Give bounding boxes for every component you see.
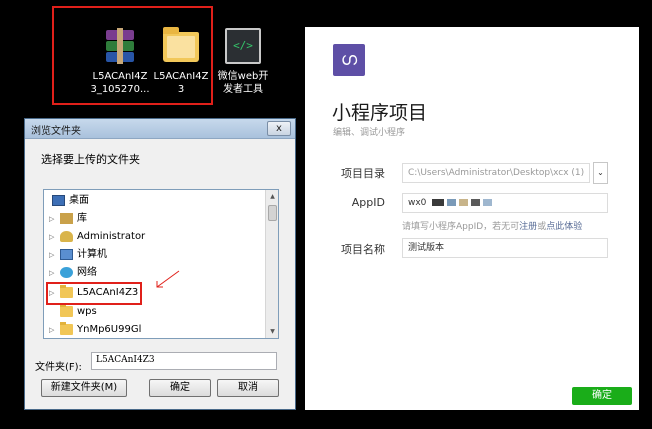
- tree-item-label: 桌面: [69, 195, 89, 206]
- scroll-up-icon[interactable]: ▲: [267, 191, 278, 202]
- folder-icon: [60, 304, 73, 317]
- desktop-icon-rar-archive[interactable]: L5ACAnI4Z 3_105270...: [89, 26, 151, 96]
- screen: L5ACAnI4Z 3_105270... L5ACAnI4Z 3 </> 微信…: [0, 0, 652, 429]
- folder-icon: [161, 26, 201, 66]
- appid-label: AppID: [351, 196, 385, 209]
- appid-field[interactable]: wx0: [402, 193, 608, 213]
- desktop-icon-label: L5ACAnI4Z: [92, 71, 148, 82]
- expand-arrow-icon[interactable]: ▷: [49, 210, 54, 228]
- scroll-thumb[interactable]: [268, 205, 277, 221]
- network-icon: [60, 267, 73, 278]
- chevron-down-icon: ⌄: [597, 168, 604, 177]
- tree-item-label: Administrator: [77, 231, 146, 242]
- ok-button[interactable]: 确定: [149, 379, 211, 397]
- expand-arrow-icon[interactable]: ▷: [49, 228, 54, 246]
- hint-text: 请填写小程序AppID，若无可: [402, 222, 520, 232]
- appid-value: wx0: [408, 198, 427, 208]
- user-folder-icon: [60, 231, 73, 242]
- tree-item-label: 网络: [77, 267, 97, 278]
- folder-field-label: 文件夹(F):: [35, 362, 82, 373]
- desktop-icon-wechat-devtools[interactable]: </> 微信web开 发者工具: [212, 26, 274, 96]
- project-name-label: 项目名称: [341, 243, 385, 256]
- project-name-field[interactable]: 测试版本: [402, 238, 608, 258]
- tree-item-label: 计算机: [77, 249, 107, 260]
- dialog-prompt: 选择要上传的文件夹: [41, 153, 140, 166]
- tree-scrollbar[interactable]: ▲ ▼: [265, 190, 278, 338]
- mini-program-panel: ഗ 小程序项目 编辑、调试小程序 项目目录 C:\Users\Administr…: [305, 27, 639, 410]
- folder-field[interactable]: L5ACAnI4Z3: [91, 352, 277, 370]
- desktop-icon-folder[interactable]: L5ACAnI4Z 3: [150, 26, 212, 96]
- new-folder-button[interactable]: 新建文件夹(M): [41, 379, 127, 397]
- register-link[interactable]: 注册: [519, 222, 537, 232]
- hint-text: 或: [537, 222, 547, 232]
- trial-link[interactable]: 点此体验: [546, 222, 582, 232]
- close-icon: x: [276, 123, 282, 134]
- tree-item-label: 库: [77, 213, 87, 224]
- dialog-title: 浏览文件夹: [31, 126, 81, 137]
- appid-hint: 请填写小程序AppID，若无可注册或点此体验: [402, 219, 582, 232]
- dialog-titlebar[interactable]: 浏览文件夹 x: [25, 119, 295, 139]
- wechat-devtools-icon: </>: [223, 26, 263, 66]
- tree-item-label: YnMp6U99Gl: [77, 324, 142, 335]
- browse-folder-dialog: 浏览文件夹 x 选择要上传的文件夹 桌面 ▷ 库 ▷ Administrator…: [24, 118, 296, 410]
- scroll-down-icon[interactable]: ▼: [267, 326, 278, 337]
- folder-icon: [60, 322, 73, 335]
- desktop-icon-label: 发者工具: [223, 84, 263, 95]
- desktop-icon-label: 微信web开: [217, 71, 269, 82]
- confirm-button[interactable]: 确定: [572, 387, 632, 405]
- close-button[interactable]: x: [267, 121, 291, 136]
- winrar-archive-icon: [100, 26, 140, 66]
- computer-icon: [60, 249, 73, 260]
- project-dir-field[interactable]: C:\Users\Administrator\Desktop\xcx (1): [402, 163, 590, 183]
- page-title: 小程序项目: [332, 102, 428, 124]
- expand-arrow-icon[interactable]: ▷: [49, 321, 54, 338]
- desktop-icon-label: 3_105270...: [90, 84, 150, 95]
- expand-arrow-icon[interactable]: ▷: [49, 246, 54, 264]
- highlight-box-folder: [46, 282, 142, 305]
- folder-tree[interactable]: 桌面 ▷ 库 ▷ Administrator ▷ 计算机 ▷ 网络 ▷ L5AC…: [43, 189, 279, 339]
- desktop-icon-label: L5ACAnI4Z: [153, 71, 209, 82]
- desktop-icon-label: 3: [177, 84, 185, 95]
- dropdown-button[interactable]: ⌄: [593, 162, 608, 184]
- mini-program-logo-icon: ഗ: [333, 44, 365, 76]
- project-dir-label: 项目目录: [341, 167, 385, 180]
- cancel-button[interactable]: 取消: [217, 379, 279, 397]
- library-icon: [60, 213, 73, 224]
- page-subtitle: 编辑、调试小程序: [333, 128, 406, 138]
- annotation-arrow-icon: [156, 270, 180, 288]
- desktop-icon: [52, 195, 65, 206]
- expand-arrow-icon[interactable]: ▷: [49, 264, 54, 282]
- tree-item-label: wps: [77, 306, 97, 317]
